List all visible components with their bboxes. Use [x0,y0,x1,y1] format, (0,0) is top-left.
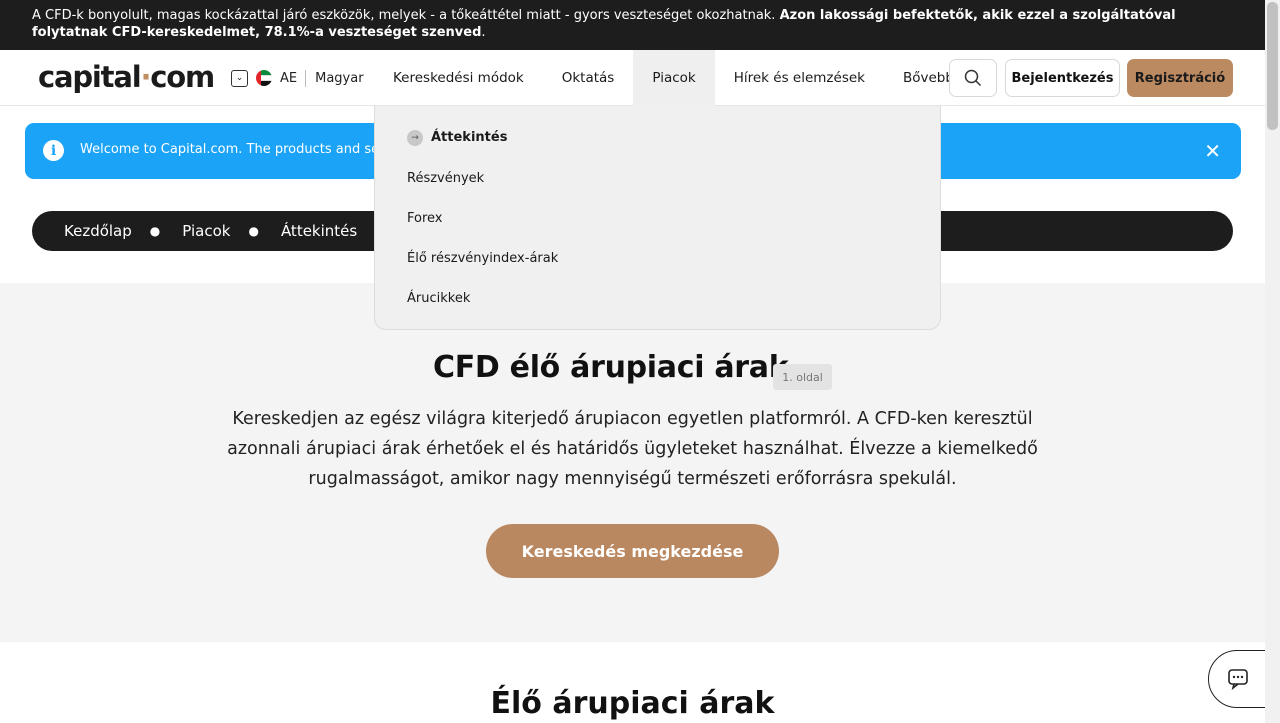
logo-text-right: com [150,60,215,94]
breadcrumb-markets[interactable]: Piacok [182,222,230,240]
region-selector[interactable]: ⌄ AE Magyar [231,69,364,87]
arrow-right-icon: → [407,130,423,146]
dropdown-item-commodities[interactable]: Árucikkek [407,291,470,306]
start-trading-button[interactable]: Kereskedés megkezdése [486,524,779,578]
scrollbar-thumb[interactable] [1267,2,1278,130]
chat-icon [1228,669,1248,690]
live-prices-section: Élő árupiaci árak [0,642,1265,723]
nav-trading-modes[interactable]: Kereskedési módok [374,50,543,106]
dropdown-item-forex[interactable]: Forex [407,211,443,226]
hero-description: Kereskedjen az egész világra kiterjedő á… [227,409,1038,489]
breadcrumb-home[interactable]: Kezdőlap [64,222,132,240]
main-nav: Kereskedési módok Oktatás Piacok Hírek é… [374,50,990,106]
risk-warning-text: A CFD-k bonyolult, magas kockázattal jár… [32,8,780,23]
dropdown-item-overview[interactable]: Áttekintés [431,130,507,145]
markets-dropdown-menu: → Áttekintés Részvények Forex Élő részvé… [374,106,941,330]
risk-warning-end: . [481,25,486,40]
welcome-message: Welcome to Capital.com. The products and… [80,142,380,157]
page-number-badge: 1. oldal [773,364,832,390]
logo-text-left: capital [38,60,142,94]
nav-markets[interactable]: Piacok [633,50,715,106]
breadcrumb-separator: ● [248,224,259,238]
risk-warning-bar: A CFD-k bonyolult, magas kockázattal jár… [0,0,1265,50]
uae-flag-icon [256,70,272,86]
search-icon [964,69,982,87]
nav-news-analysis[interactable]: Hírek és elemzések [715,50,884,106]
hero-section: CFD élő árupiaci árak 1. oldal Kereskedj… [0,283,1265,642]
region-code: AE [280,70,298,86]
page-title: CFD élő árupiaci árak [433,350,789,385]
breadcrumb-overview[interactable]: Áttekintés [281,222,357,240]
search-button[interactable] [949,59,997,97]
info-icon: i [43,140,64,161]
logo-dot: · [140,60,151,94]
nav-education[interactable]: Oktatás [543,50,634,106]
capital-logo[interactable]: capital·com [38,60,215,94]
section-title: Élő árupiaci árak [490,686,775,721]
chevron-down-icon[interactable]: ⌄ [231,69,248,87]
login-button[interactable]: Bejelentkezés [1005,59,1120,97]
dropdown-item-indices[interactable]: Élő részvényindex-árak [407,251,558,266]
page-scrollbar[interactable] [1265,0,1280,723]
close-icon[interactable]: ✕ [1204,139,1221,163]
dropdown-item-shares[interactable]: Részvények [407,171,484,186]
register-button[interactable]: Regisztráció [1127,59,1233,97]
language-label[interactable]: Magyar [315,71,363,86]
region-divider [305,69,307,87]
site-header: capital·com ⌄ AE Magyar Kereskedési módo… [0,50,1265,106]
breadcrumb-separator: ● [149,224,161,238]
